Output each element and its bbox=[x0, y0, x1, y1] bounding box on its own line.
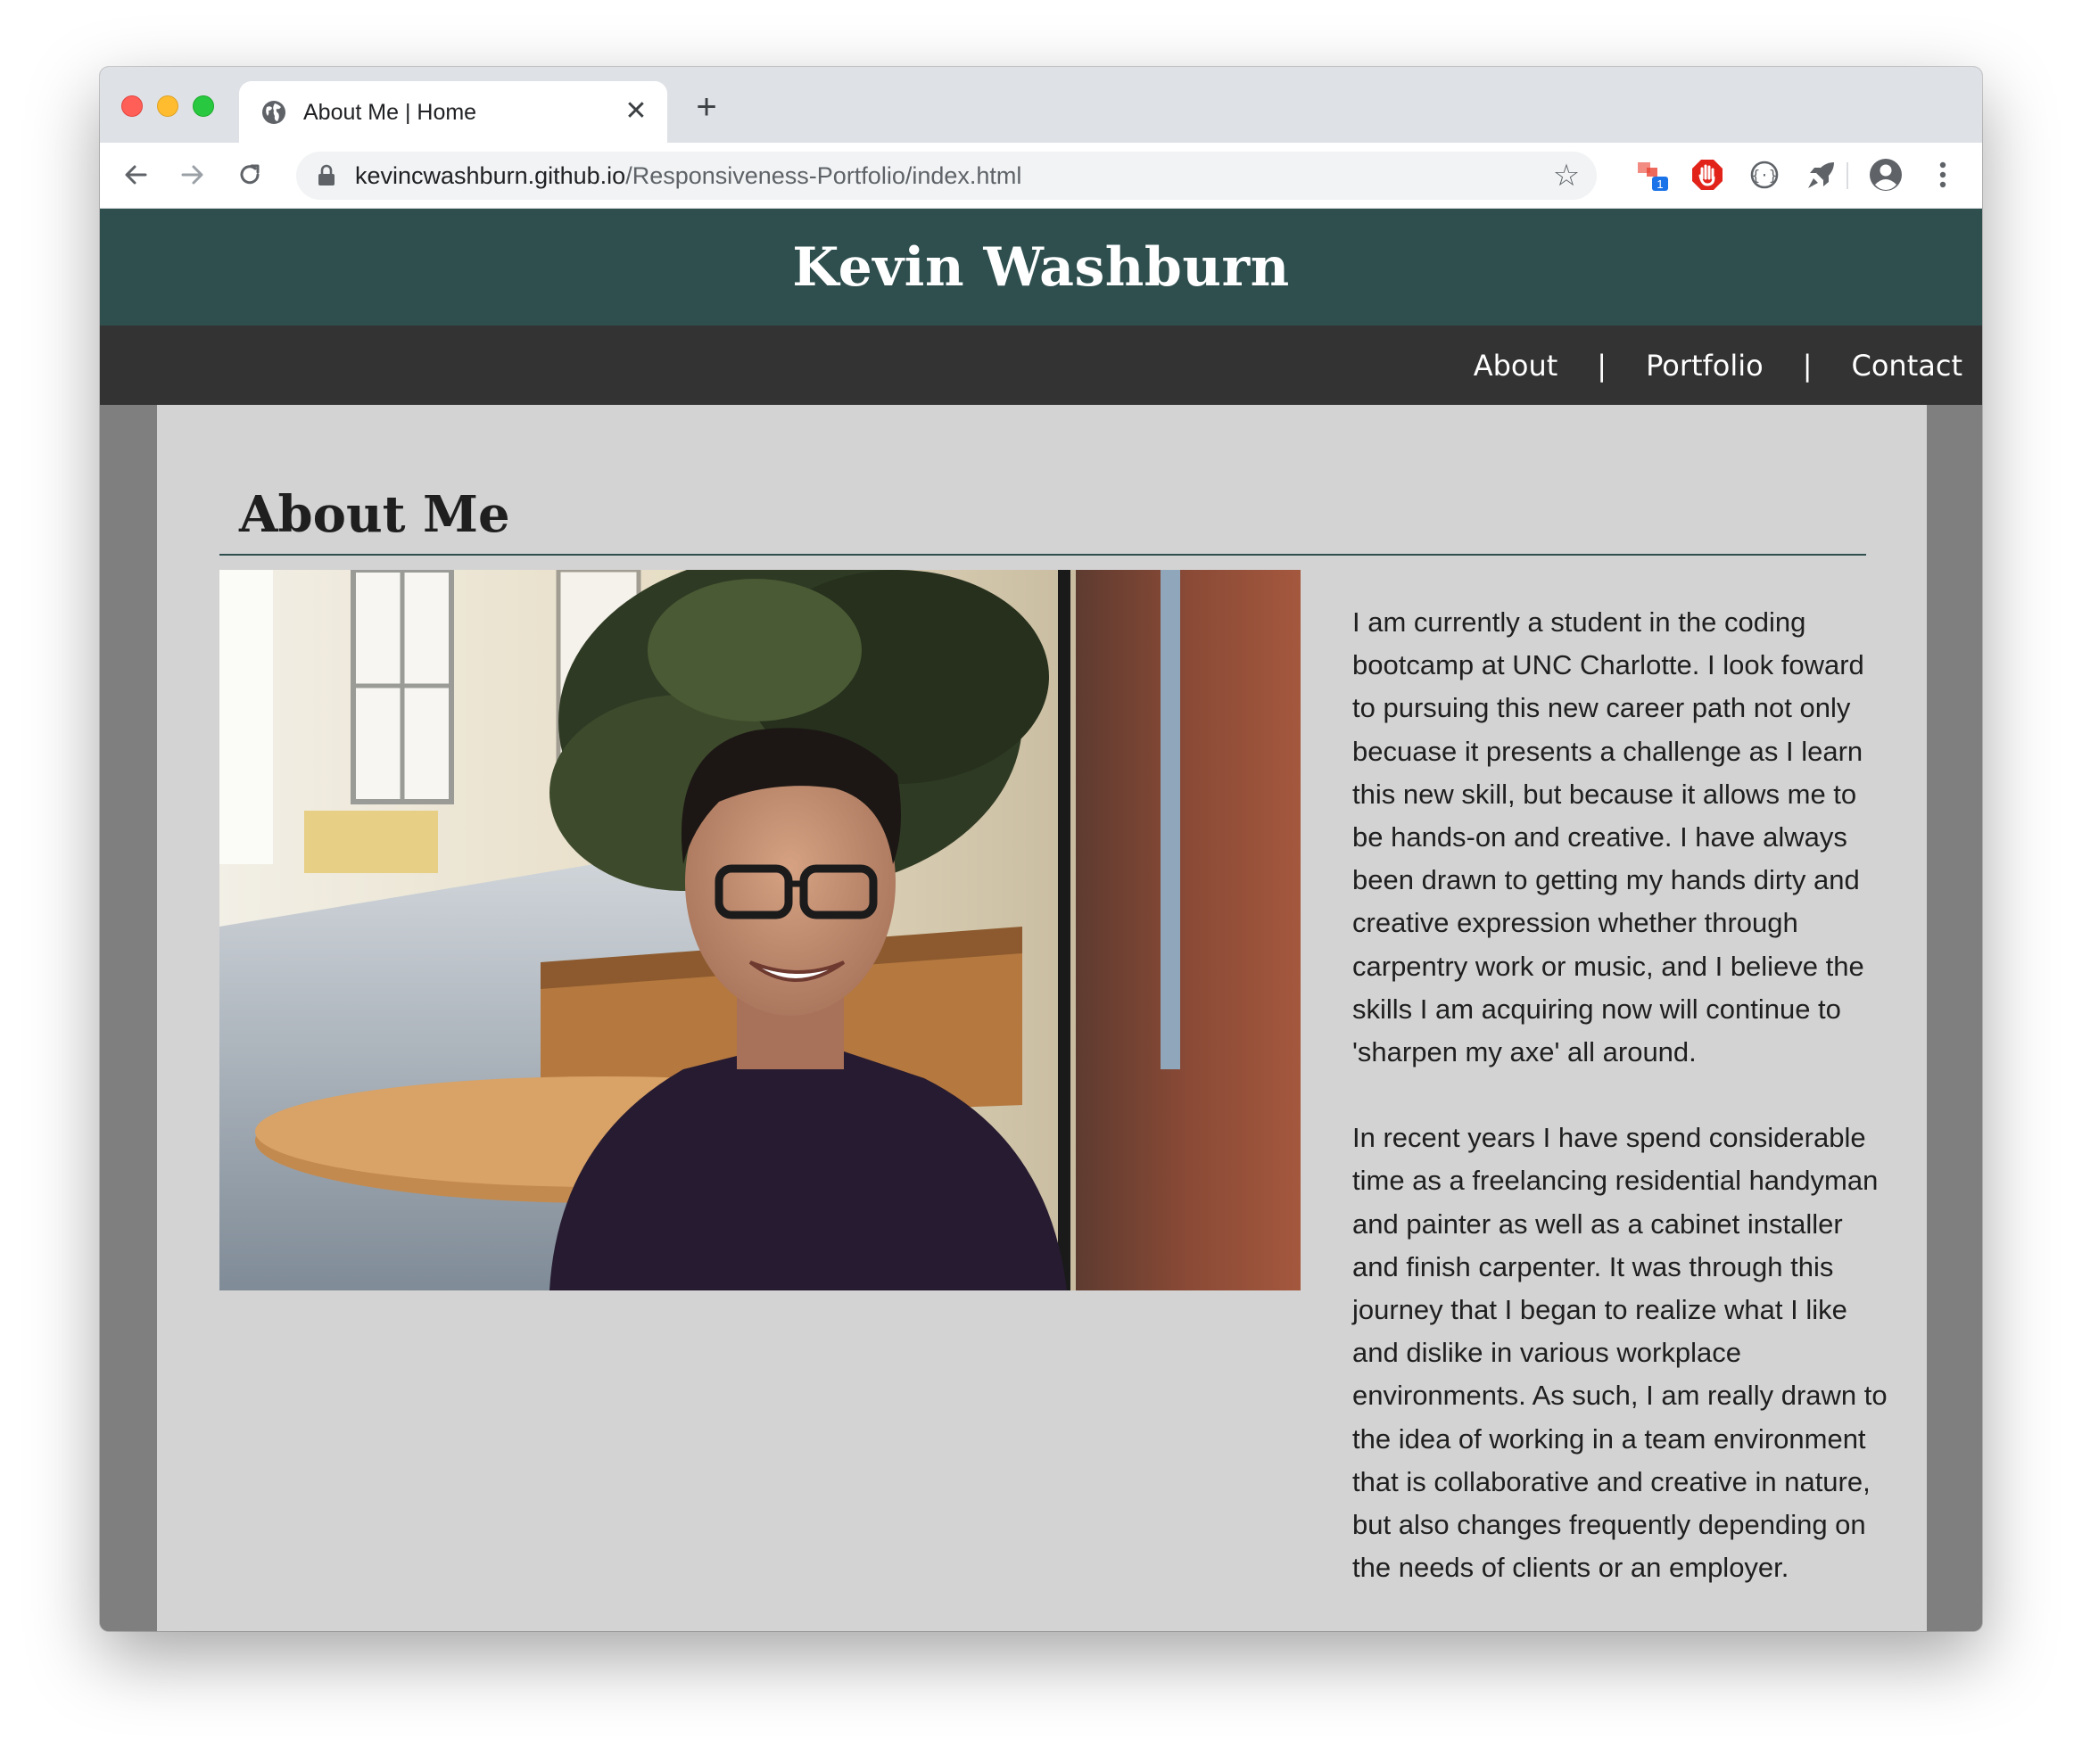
bio-paragraph: I am currently a student in the coding b… bbox=[1352, 606, 1864, 1068]
nav-link-contact[interactable]: Contact bbox=[1852, 349, 1963, 383]
tab-about-me[interactable]: About Me | Home ✕ bbox=[239, 81, 667, 143]
star-icon[interactable]: ☆ bbox=[1552, 161, 1581, 191]
browser-toolbar: kevincwashburn.github.io/Responsiveness-… bbox=[100, 143, 1982, 209]
back-arrow-icon bbox=[125, 165, 147, 185]
site-nav: About | Portfolio | Contact bbox=[100, 326, 1982, 405]
url-text[interactable]: kevincwashburn.github.io/Responsiveness-… bbox=[355, 162, 1021, 189]
svg-text:{·}: {·} bbox=[1752, 167, 1778, 184]
globe-icon bbox=[262, 101, 285, 124]
forward-arrow-icon bbox=[181, 165, 203, 185]
nav-links: About | Portfolio | Contact bbox=[1474, 326, 1962, 405]
nav-separator: | bbox=[1802, 348, 1813, 383]
address-bar[interactable]: kevincwashburn.github.io/Responsiveness-… bbox=[296, 152, 1597, 200]
reload-icon bbox=[240, 164, 260, 185]
tab-close-icon[interactable]: ✕ bbox=[621, 96, 651, 127]
nav-link-about[interactable]: About bbox=[1474, 349, 1558, 383]
back-button[interactable] bbox=[116, 155, 155, 194]
extension-icon[interactable]: 1 bbox=[1634, 157, 1670, 193]
tab-title: About Me | Home bbox=[303, 100, 477, 125]
toolbar-divider bbox=[1847, 162, 1848, 189]
lock-icon bbox=[318, 164, 335, 185]
browser-window: About Me | Home ✕ + kevincwashburn.githu… bbox=[100, 67, 1982, 1631]
forward-button[interactable] bbox=[173, 155, 212, 194]
profile-icon[interactable] bbox=[1868, 157, 1904, 193]
kebab-menu-icon[interactable] bbox=[1925, 157, 1961, 193]
close-window-button[interactable] bbox=[121, 95, 143, 117]
site-header: Kevin Washburn bbox=[100, 209, 1982, 326]
site-title: Kevin Washburn bbox=[792, 235, 1290, 299]
new-tab-button[interactable]: + bbox=[689, 89, 724, 125]
rocket-icon[interactable] bbox=[1804, 157, 1839, 193]
adblock-icon[interactable] bbox=[1690, 157, 1725, 193]
profile-photo bbox=[219, 570, 1301, 1290]
url-host: kevincwashburn.github.io bbox=[355, 162, 626, 189]
extension-badge: 1 bbox=[1657, 177, 1663, 191]
bio-text: I am currently a student in the coding b… bbox=[1352, 601, 1888, 1631]
section-divider bbox=[219, 554, 1866, 556]
minimize-window-button[interactable] bbox=[157, 95, 178, 117]
section-title: About Me bbox=[239, 485, 510, 544]
bio-paragraph: In recent years I have spend considerabl… bbox=[1352, 1122, 1888, 1584]
nav-link-portfolio[interactable]: Portfolio bbox=[1646, 349, 1764, 383]
zoom-window-button[interactable] bbox=[193, 95, 214, 117]
reload-button[interactable] bbox=[230, 155, 269, 194]
tab-strip: About Me | Home ✕ + bbox=[100, 67, 1982, 143]
page-viewport: Kevin Washburn About | Portfolio | Conta… bbox=[100, 209, 1982, 1631]
url-path: /Responsiveness-Portfolio/index.html bbox=[625, 162, 1022, 189]
extension-icon[interactable]: {·} bbox=[1747, 157, 1782, 193]
about-section: About Me I am currently a student in the… bbox=[157, 405, 1927, 1631]
nav-separator: | bbox=[1597, 348, 1607, 383]
